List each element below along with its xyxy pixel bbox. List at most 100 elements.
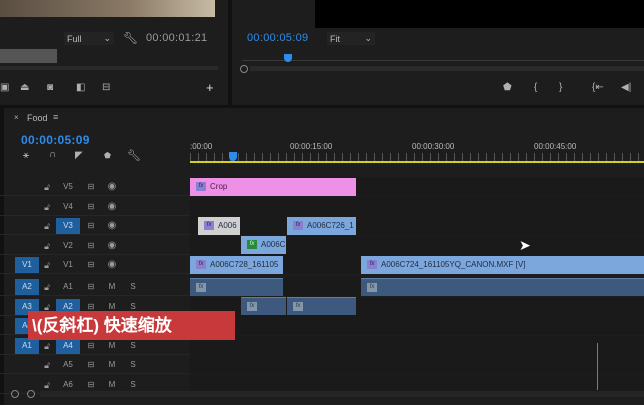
solo-button[interactable]: S (121, 357, 145, 373)
clip-label: A006C724_161105YQ_CANON.MXF [V] (381, 260, 526, 269)
fx-icon: fx (196, 260, 206, 269)
ruler-label: 00:00:45:00 (534, 142, 577, 151)
add-button-icon[interactable]: + (206, 80, 214, 95)
source-preview-image (0, 0, 215, 17)
linked-selection-icon[interactable]: ◤ (75, 150, 83, 161)
clip-crop[interactable]: fx Crop (190, 178, 356, 196)
mouse-cursor-icon: ➤ (519, 237, 531, 253)
go-to-in-icon[interactable]: {⇤ (592, 82, 604, 93)
eye-icon[interactable]: ◉ (100, 218, 124, 234)
ruler-label: :00:00 (190, 142, 213, 151)
marker-icon[interactable]: ⬟ (503, 82, 512, 93)
ruler-label: 00:00:30:00 (412, 142, 455, 151)
track-lane[interactable] (190, 216, 644, 235)
zoom-value: Fit (330, 33, 340, 44)
ruler-ticks[interactable] (190, 153, 644, 161)
fx-icon: fx (247, 240, 257, 249)
clip-v2[interactable]: fx A006C (241, 236, 286, 254)
step-back-icon[interactable]: ◀| (621, 82, 631, 93)
quality-value: Full (67, 33, 82, 44)
fx-icon: fx (293, 221, 303, 230)
solo-button[interactable]: S (121, 279, 145, 295)
track-lane[interactable] (190, 335, 644, 355)
audio-clip[interactable]: fx (190, 278, 283, 296)
fx-icon: fx (204, 221, 214, 230)
nest-icon[interactable]: ⚹ (23, 150, 29, 161)
track-target[interactable]: V2 (56, 238, 80, 254)
track-target[interactable]: V1 (56, 257, 80, 273)
program-ruler[interactable] (242, 60, 644, 61)
track-target[interactable]: V4 (56, 199, 80, 215)
close-icon[interactable]: × (14, 113, 19, 122)
zoom-handle[interactable] (240, 65, 248, 73)
clip-label: A006 (218, 221, 237, 230)
audio-clip[interactable]: fx (287, 297, 356, 315)
panel-divider[interactable] (228, 0, 232, 105)
menu-icon[interactable]: ≡ (53, 112, 58, 122)
clip-label: A006C726_1 (307, 221, 354, 230)
timeline-timecode[interactable]: 00:00:05:09 (21, 133, 90, 147)
chevron-down-icon: ⌄ (364, 33, 372, 43)
source-zoom-bar[interactable] (0, 49, 57, 63)
program-preview-video (315, 0, 644, 28)
fx-icon: fx (367, 260, 377, 269)
fx-icon: fx (367, 283, 377, 292)
timeline-playhead[interactable] (229, 152, 237, 161)
track-v4: 🔓︎ V4 ⊟ ◉ (0, 196, 644, 216)
export-frame-icon[interactable]: ⏏ (20, 82, 29, 93)
fx-icon: fx (293, 302, 303, 311)
quality-select[interactable]: Full ⌄ (64, 32, 114, 45)
mark-out-icon[interactable]: } (559, 82, 562, 93)
clip-label: A006C728_161105 (210, 260, 279, 269)
overlay-caption: \(反斜杠) 快速缩放 (28, 311, 235, 340)
track-lane[interactable] (190, 316, 644, 335)
clip-v3-b[interactable]: fx A006C726_1 (287, 217, 356, 235)
snap-magnet-icon[interactable]: ∩ (49, 149, 56, 160)
eye-icon[interactable]: ◉ (100, 179, 124, 195)
track-target[interactable]: A5 (56, 357, 80, 373)
clip-label: Crop (210, 182, 228, 191)
compare-icon[interactable]: ◧ (76, 82, 85, 93)
camera-icon[interactable]: ◙ (47, 82, 53, 93)
ruler-label: 00:00:15:00 (290, 142, 333, 151)
track-target[interactable]: V3 (56, 218, 80, 234)
audio-clip[interactable]: fx (241, 297, 286, 315)
track-lane[interactable] (190, 355, 644, 374)
program-scrollbar[interactable] (250, 66, 644, 71)
panel-divider (0, 105, 644, 108)
zoom-handle-left[interactable] (11, 390, 19, 398)
track-v2: 🔓︎ V2 ⊟ ◉ (0, 235, 644, 255)
fx-icon: fx (247, 302, 257, 311)
eye-icon[interactable]: ◉ (100, 238, 124, 254)
wrench-icon[interactable]: 🔧︎ (123, 31, 138, 45)
fx-icon: fx (196, 283, 206, 292)
clip-v3-a[interactable]: fx A006 (198, 217, 240, 235)
track-target[interactable]: A1 (56, 279, 80, 295)
eye-icon[interactable]: ◉ (100, 257, 124, 273)
eye-icon[interactable]: ◉ (100, 199, 124, 215)
clip-v1-b[interactable]: fx A006C724_161105YQ_CANON.MXF [V] (361, 256, 644, 274)
work-area-bar[interactable] (190, 161, 644, 163)
chevron-down-icon: ⌄ (103, 33, 111, 43)
wrench-icon[interactable]: 🔧︎ (127, 149, 141, 162)
tab-sequence[interactable]: Food (27, 113, 48, 123)
track-target[interactable]: V5 (56, 179, 80, 195)
playhead-icon[interactable] (284, 54, 292, 62)
vr-icon[interactable]: ⊟ (102, 82, 110, 93)
zoom-select[interactable]: Fit ⌄ (327, 32, 375, 45)
mark-in-icon[interactable]: { (534, 82, 537, 93)
audio-clip[interactable]: fx (361, 278, 644, 296)
audio-indicator-line (597, 343, 598, 390)
zoom-handle-right[interactable] (27, 390, 35, 398)
timeline-scrollbar[interactable] (40, 391, 644, 397)
add-marker-icon[interactable]: ⬟ (104, 151, 111, 160)
source-timecode: 00:00:01:21 (146, 32, 208, 44)
track-lane[interactable] (190, 196, 644, 216)
fx-icon: fx (196, 182, 206, 191)
track-a5: 🔓︎ A5 ⊟ M S (0, 355, 644, 374)
overwrite-icon[interactable]: ▣ (0, 82, 9, 93)
clip-v1-a[interactable]: fx A006C728_161105 (190, 256, 283, 274)
program-timecode: 00:00:05:09 (247, 32, 309, 44)
source-scrollbar[interactable] (0, 66, 218, 70)
clip-label: A006C (261, 240, 286, 249)
